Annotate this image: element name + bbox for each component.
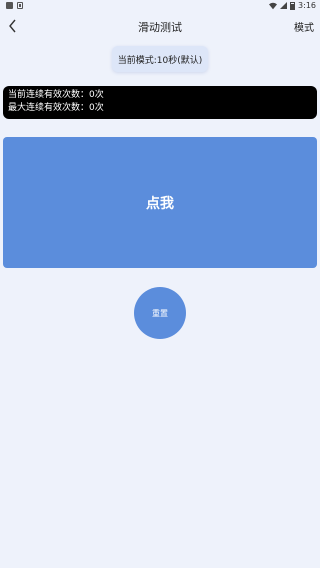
status-bar: 3:16	[0, 0, 320, 12]
wifi-icon	[269, 2, 278, 9]
current-streak-text: 当前连续有效次数：0次	[8, 90, 104, 100]
tap-me-label: 点我	[146, 195, 174, 212]
notification-icon	[6, 2, 13, 9]
current-mode-badge: 当前模式:10秒(默认)	[112, 46, 208, 72]
notification-icons	[6, 2, 23, 9]
tap-me-button[interactable]: 点我	[3, 137, 317, 268]
page-title: 滑动测试	[138, 21, 182, 34]
stats-panel: 当前连续有效次数：0次 最大连续有效次数：0次	[3, 86, 317, 119]
battery-icon	[290, 1, 296, 10]
nav-bar: 滑动测试 模式	[0, 12, 320, 40]
reset-label: 重置	[152, 308, 168, 318]
status-indicators: 3:16	[269, 1, 316, 10]
mode-button[interactable]: 模式	[294, 19, 314, 34]
status-time: 3:16	[298, 1, 316, 10]
reset-button[interactable]: 重置	[134, 287, 186, 339]
max-streak-text: 最大连续有效次数：0次	[8, 103, 104, 113]
sim-icon	[17, 2, 23, 9]
signal-icon	[280, 2, 288, 9]
